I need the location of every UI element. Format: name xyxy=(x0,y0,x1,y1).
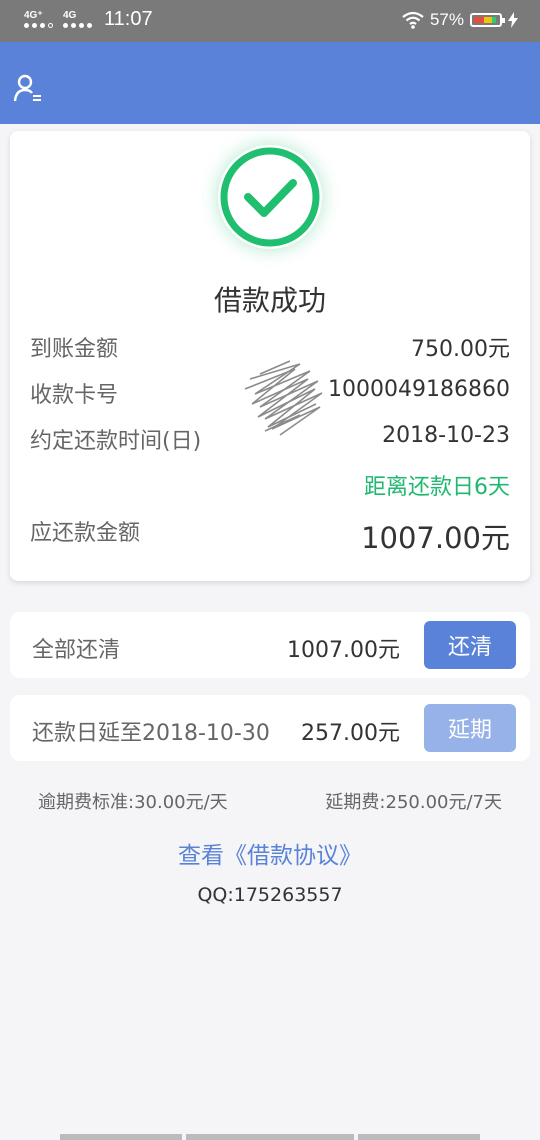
extension-fee-text: 延期费:250.00元/7天 xyxy=(325,792,502,813)
due-amount-label: 应还款金额 xyxy=(30,521,141,546)
repay-all-amount: 1007.00元 xyxy=(287,638,400,663)
nav-bar-segment xyxy=(358,1134,480,1140)
success-check-icon xyxy=(220,147,320,247)
nav-bar-segment xyxy=(186,1134,354,1140)
overdue-fee-text: 逾期费标准:30.00元/天 xyxy=(38,792,228,813)
sim1-network: 4G⁺ xyxy=(24,10,43,21)
row-label: 约定还款时间(日) xyxy=(30,429,202,454)
repay-all-label: 全部还清 xyxy=(32,638,121,663)
status-right: 57% xyxy=(402,10,518,30)
extend-button[interactable]: 延期 xyxy=(424,704,516,752)
app-bar xyxy=(0,42,540,124)
agreed-repay-date-row: 约定还款时间(日) 2018-10-23 xyxy=(30,423,510,457)
row-value: 1000049186860 xyxy=(328,377,510,402)
repay-all-button[interactable]: 还清 xyxy=(424,621,516,669)
extend-amount: 257.00元 xyxy=(301,721,400,746)
repay-all-panel: 全部还清 1007.00元 还清 xyxy=(10,612,530,678)
nav-bar-segment xyxy=(60,1134,182,1140)
row-value: 2018-10-23 xyxy=(382,423,510,448)
wifi-icon xyxy=(402,11,424,29)
days-until-due: 距离还款日6天 xyxy=(364,475,510,500)
sim2-signal-icon: 4G xyxy=(63,11,92,28)
charging-icon xyxy=(508,12,518,28)
row-label: 到账金额 xyxy=(30,337,119,362)
battery-icon xyxy=(470,13,505,27)
status-time: 11:07 xyxy=(104,8,153,30)
sim1-signal-icon: 4G⁺ xyxy=(24,11,53,28)
success-title: 借款成功 xyxy=(213,284,326,317)
status-bar: 4G⁺ 4G 11:07 57% xyxy=(0,0,540,42)
qq-contact: QQ:175263557 xyxy=(197,884,343,906)
row-value: 750.00元 xyxy=(411,337,510,362)
row-label: 收款卡号 xyxy=(30,383,119,408)
battery-percent: 57% xyxy=(429,10,464,29)
sim2-network: 4G xyxy=(63,10,77,21)
extend-label: 还款日延至2018-10-30 xyxy=(32,721,270,746)
status-left: 4G⁺ 4G 11:07 xyxy=(24,8,153,31)
loan-result-card: 借款成功 到账金额 750.00元 收款卡号 1000049186860 约定还… xyxy=(10,131,530,581)
due-amount-value: 1007.00元 xyxy=(361,521,510,555)
loan-agreement-link[interactable]: 查看《借款协议》 xyxy=(0,836,540,870)
extend-panel: 还款日延至2018-10-30 257.00元 延期 xyxy=(10,695,530,761)
user-profile-icon[interactable] xyxy=(12,72,44,104)
